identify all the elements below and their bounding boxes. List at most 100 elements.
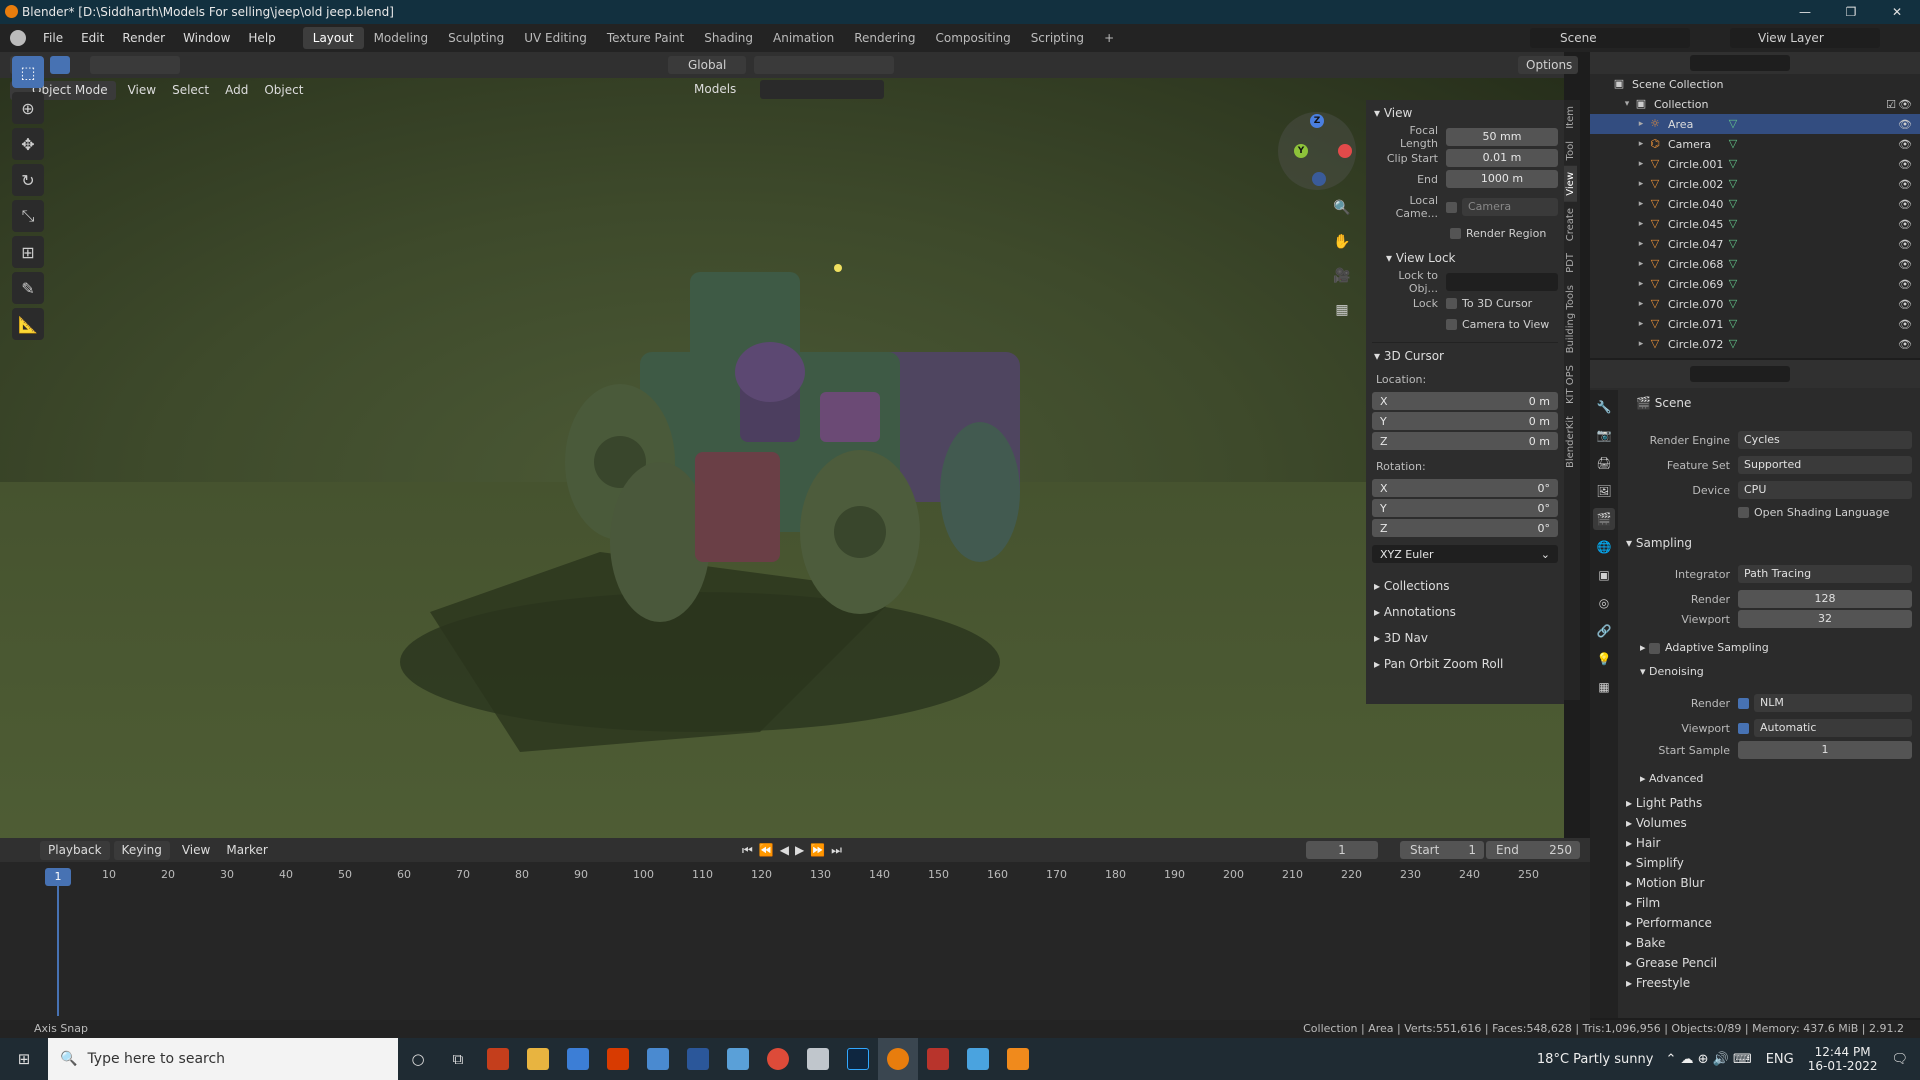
scene-selector[interactable]: Scene (1530, 28, 1690, 48)
playback-menu[interactable]: Playback (40, 840, 110, 860)
cursor-tool-icon[interactable]: ⊕ (12, 92, 44, 124)
app-icon[interactable] (918, 1038, 958, 1080)
physics-tab-icon[interactable]: ◎ (1593, 592, 1615, 614)
properties-section-film[interactable]: ▸ Film (1626, 896, 1660, 910)
menu-file[interactable]: File (34, 31, 72, 45)
cursor-rotation-z-field[interactable]: Z 0° (1372, 519, 1558, 537)
3d-nav-section[interactable]: ▸ 3D Nav (1372, 625, 1558, 651)
object-data-icon[interactable]: ▽ (1726, 297, 1740, 311)
expand-icon[interactable]: ▸ (1634, 219, 1648, 229)
tab-shading[interactable]: Shading (694, 27, 763, 49)
cortana-icon[interactable]: ○ (398, 1038, 438, 1080)
expand-icon[interactable]: ▸ (1634, 299, 1648, 309)
select-menu[interactable]: Select (164, 83, 217, 97)
task-view-icon[interactable]: ⧉ (438, 1038, 478, 1080)
ortho-grid-icon[interactable]: ▦ (1330, 298, 1354, 322)
blender-menu-icon[interactable] (10, 30, 26, 46)
local-camera-field[interactable]: Camera (1462, 198, 1558, 216)
eye-icon[interactable]: 👁 (1898, 318, 1912, 331)
eye-icon[interactable]: 👁 (1898, 178, 1912, 191)
pan-hand-icon[interactable]: ✋ (1330, 230, 1354, 254)
photoshop-icon[interactable] (838, 1038, 878, 1080)
rotate-tool-icon[interactable]: ↻ (12, 164, 44, 196)
tray-icons[interactable]: ⌃ ☁ ⊕ 🔊 ⌨ (1665, 1052, 1751, 1067)
object-data-icon[interactable]: ▽ (1726, 277, 1740, 291)
device-dropdown[interactable]: CPU (1738, 481, 1912, 499)
object-tab-icon[interactable]: ▣ (1593, 564, 1615, 586)
eye-icon[interactable]: 👁 (1898, 258, 1912, 271)
app-icon[interactable] (958, 1038, 998, 1080)
clip-end-field[interactable]: 1000 m (1446, 170, 1558, 188)
viewport-search-input[interactable] (760, 80, 884, 99)
object-data-icon[interactable]: ▽ (1726, 317, 1740, 331)
expand-icon[interactable]: ▸ (1634, 179, 1648, 189)
scene-collection-row[interactable]: ▣ Scene Collection (1590, 74, 1920, 94)
tab-scripting[interactable]: Scripting (1021, 27, 1094, 49)
expand-icon[interactable]: ▸ (1634, 139, 1648, 149)
app-icon[interactable] (718, 1038, 758, 1080)
eye-icon[interactable]: 👁 (1898, 298, 1912, 311)
object-data-icon[interactable]: ▽ (1726, 177, 1740, 191)
tab-modeling[interactable]: Modeling (364, 27, 439, 49)
properties-section-simplify[interactable]: ▸ Simplify (1626, 856, 1684, 870)
select-box-tool-icon[interactable]: ⬚ (12, 56, 44, 88)
current-frame-field[interactable]: 1 (1306, 841, 1378, 859)
render-engine-dropdown[interactable]: Cycles (1738, 431, 1912, 449)
constraints-tab-icon[interactable]: 🔗 (1593, 620, 1615, 642)
outliner-item[interactable]: ▸ ▽ Circle.002 ▽ 👁 (1590, 174, 1920, 194)
object-data-icon[interactable]: ▽ (1726, 117, 1740, 131)
selection-mode-buttons[interactable] (90, 56, 180, 74)
outliner-item[interactable]: ▸ ▽ Circle.045 ▽ 👁 (1590, 214, 1920, 234)
properties-section-bake[interactable]: ▸ Bake (1626, 936, 1665, 950)
feature-set-dropdown[interactable]: Supported (1738, 456, 1912, 474)
start-sample-field[interactable]: 1 (1738, 741, 1912, 759)
options-dropdown[interactable]: Options (1518, 56, 1578, 74)
outliner-item[interactable]: ▸ ▽ Circle.072 ▽ 👁 (1590, 334, 1920, 354)
viewport-samples-field[interactable]: 32 (1738, 610, 1912, 628)
expand-icon[interactable]: ▸ (1634, 319, 1648, 329)
cursor-location-y-field[interactable]: Y 0 m (1372, 412, 1558, 430)
transform-orientation-dropdown[interactable]: Global (668, 56, 746, 74)
taskbar-search-input[interactable]: 🔍 Type here to search (48, 1038, 398, 1080)
vlc-icon[interactable] (998, 1038, 1038, 1080)
object-menu[interactable]: Object (256, 83, 311, 97)
properties-section-motion-blur[interactable]: ▸ Motion Blur (1626, 876, 1704, 890)
measure-tool-icon[interactable]: 📐 (12, 308, 44, 340)
shading-buttons[interactable] (1330, 80, 1570, 99)
object-data-icon[interactable]: ▽ (1726, 197, 1740, 211)
keying-menu[interactable]: Keying (113, 840, 170, 860)
select-tool-icon[interactable] (50, 56, 70, 74)
outliner-item[interactable]: ▸ ▽ Circle.069 ▽ 👁 (1590, 274, 1920, 294)
expand-icon[interactable]: ▸ (1634, 159, 1648, 169)
object-data-icon[interactable]: ▽ (1726, 157, 1740, 171)
eye-icon[interactable]: 👁 (1898, 278, 1912, 291)
outliner-item[interactable]: ▸ ▽ Circle.070 ▽ 👁 (1590, 294, 1920, 314)
tab-blenderkit[interactable]: BlenderKit (1564, 410, 1577, 474)
gizmo-neg-z-axis[interactable] (1312, 172, 1326, 186)
object-data-icon[interactable]: ▽ (1726, 137, 1740, 151)
local-camera-checkbox[interactable] (1446, 201, 1457, 213)
properties-search-input[interactable] (1690, 366, 1790, 382)
add-workspace-button[interactable]: + (1094, 27, 1124, 49)
add-menu[interactable]: Add (217, 83, 256, 97)
app-icon[interactable] (798, 1038, 838, 1080)
move-tool-icon[interactable]: ✥ (12, 128, 44, 160)
navigation-gizmo[interactable]: Z Y (1278, 112, 1356, 190)
menu-window[interactable]: Window (174, 31, 239, 45)
lock-3d-cursor-checkbox[interactable] (1446, 297, 1457, 309)
camera-to-view-checkbox[interactable] (1446, 318, 1457, 330)
cursor-rotation-y-field[interactable]: Y 0° (1372, 499, 1558, 517)
advanced-section[interactable]: ▸ Advanced (1640, 772, 1703, 785)
outliner-item[interactable]: ▸ ▽ Circle.071 ▽ 👁 (1590, 314, 1920, 334)
tab-uv-editing[interactable]: UV Editing (514, 27, 597, 49)
render-samples-field[interactable]: 128 (1738, 590, 1912, 608)
cursor-location-z-field[interactable]: Z 0 m (1372, 432, 1558, 450)
object-data-icon[interactable]: ▽ (1726, 237, 1740, 251)
tool-tab-icon[interactable]: 🔧 (1593, 396, 1615, 418)
expand-icon[interactable]: ▸ (1634, 339, 1648, 349)
app-icon[interactable] (638, 1038, 678, 1080)
store-icon[interactable] (558, 1038, 598, 1080)
menu-help[interactable]: Help (239, 31, 284, 45)
expand-icon[interactable]: ▾ (1620, 99, 1634, 109)
view-section-header[interactable]: ▾ View (1372, 100, 1558, 126)
